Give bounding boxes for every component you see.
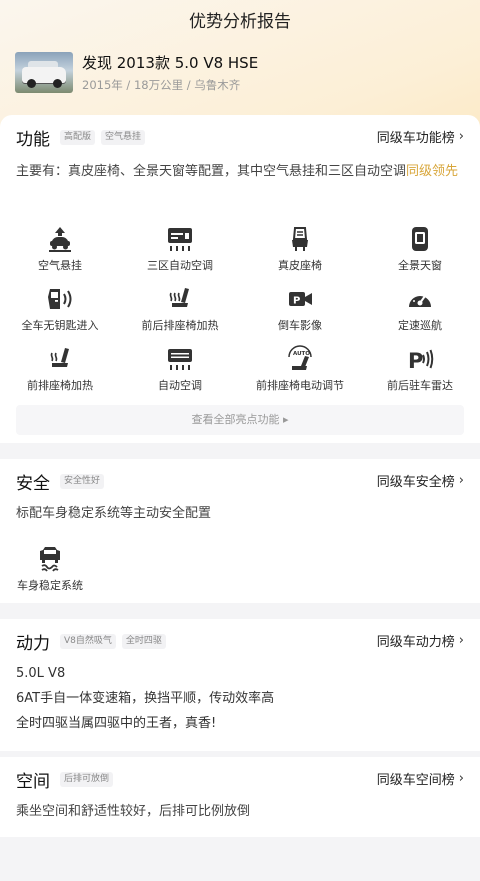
top-bar: 优势分析报告 [0, 0, 480, 44]
feature-item[interactable]: 定速巡航 [360, 283, 480, 343]
feature-label: 三区自动空调 [147, 259, 213, 272]
feature-item[interactable]: 真皮座椅 [240, 223, 360, 283]
power-line: 5.0L V8 [16, 666, 66, 681]
stability-control-icon [40, 547, 60, 572]
space-card: 空间 后排可放倒 同级车空间榜 › 乘坐空间和舒适性较好，后排可比例放倒 [0, 757, 480, 837]
safety-tag: 安全性好 [60, 473, 105, 489]
feature-item[interactable]: 前排座椅加热 [0, 343, 120, 403]
features-tag: 空气悬挂 [101, 129, 146, 145]
feature-item[interactable]: P 前后驻车雷达 [360, 343, 480, 403]
power-rank-link[interactable]: 同级车动力榜 › [377, 631, 464, 650]
parking-camera-icon: P [289, 292, 312, 307]
power-line: 全时四驱当属四驱中的王者，真香! [16, 716, 217, 731]
power-tag: 全时四驱 [121, 633, 166, 649]
space-title: 空间 [16, 771, 50, 792]
space-rank-link[interactable]: 同级车空间榜 › [377, 769, 464, 788]
parking-radar-icon: P [408, 349, 434, 373]
feature-label: 前后驻车雷达 [387, 379, 453, 392]
features-desc: 主要有：真皮座椅、全景天窗等配置，其中空气悬挂和三区自动空调同级领先 [16, 161, 464, 183]
feature-label: 前排座椅电动调节 [256, 379, 344, 392]
feature-label: 全景天窗 [398, 259, 442, 272]
feature-label: 定速巡航 [398, 319, 442, 332]
feature-label: 自动空调 [158, 379, 202, 392]
feature-item[interactable]: AUTO 前排座椅电动调节 [240, 343, 360, 403]
feature-label: 空气悬挂 [38, 259, 82, 272]
page-title: 优势分析报告 [189, 12, 291, 32]
features-rank-link[interactable]: 同级车功能榜 › [377, 127, 464, 146]
space-rank-label: 同级车空间榜 [376, 773, 455, 788]
chevron-right-icon: › [458, 129, 464, 144]
features-desc-highlight: 同级领先 [406, 164, 459, 179]
power-line: 6AT手自一体变速箱，换挡平顺，传动效率高 [16, 691, 275, 706]
view-all-features-button[interactable]: 查看全部亮点功能 ▸ [16, 405, 464, 435]
space-desc: 乘坐空间和舒适性较好，后排可比例放倒 [16, 804, 251, 819]
features-title: 功能 [16, 129, 50, 150]
feature-item[interactable]: 全景天窗 [360, 223, 480, 283]
chevron-right-icon: › [458, 473, 464, 488]
panoramic-sunroof-icon [412, 227, 428, 251]
power-card: 动力 V8自然吸气 全时四驱 同级车动力榜 › 5.0L V8 6AT手自一体变… [0, 619, 480, 751]
safety-feature-item[interactable]: 车身稳定系统 [14, 545, 86, 593]
safety-title: 安全 [16, 473, 50, 494]
safety-rank-label: 同级车安全榜 [376, 475, 455, 490]
features-tag: 高配版 [60, 129, 96, 145]
feature-label: 真皮座椅 [278, 259, 322, 272]
front-seat-heating-icon [50, 348, 69, 367]
climate-control-icon [168, 228, 192, 251]
feature-item[interactable]: 前后排座椅加热 [120, 283, 240, 343]
air-suspension-icon [49, 227, 71, 252]
feature-label: 倒车影像 [278, 319, 322, 332]
space-tag: 后排可放倒 [60, 771, 114, 787]
car-meta: 2015年 / 18万公里 / 乌鲁木齐 [82, 78, 241, 92]
safety-desc: 标配车身稳定系统等主动安全配置 [16, 506, 212, 521]
svg-text:AUTO: AUTO [293, 351, 310, 357]
power-details: 5.0L V8 6AT手自一体变速箱，换挡平顺，传动效率高 全时四驱当属四驱中的… [16, 661, 464, 736]
power-seat-icon: AUTO [288, 345, 312, 370]
car-thumbnail [15, 52, 73, 93]
features-desc-main: 主要有：真皮座椅、全景天窗等配置，其中空气悬挂和三区自动空调 [16, 164, 407, 179]
feature-item[interactable]: 全车无钥匙进入 [0, 283, 120, 343]
safety-rank-link[interactable]: 同级车安全榜 › [377, 471, 464, 490]
feature-item[interactable]: 自动空调 [120, 343, 240, 403]
feature-item[interactable]: 空气悬挂 [0, 223, 120, 283]
leather-seat-icon [292, 227, 308, 251]
feature-item[interactable]: P 倒车影像 [240, 283, 360, 343]
features-rank-label: 同级车功能榜 [376, 131, 455, 146]
power-title: 动力 [16, 633, 50, 654]
feature-label: 全车无钥匙进入 [21, 319, 99, 332]
seat-heating-icon [169, 288, 189, 307]
features-grid: 空气悬挂 三区自动空调 真皮座椅 全景天窗 全车无钥匙进入 前后排座椅加热 P … [0, 223, 480, 403]
auto-ac-icon [168, 349, 192, 370]
keyless-entry-icon [48, 289, 72, 309]
feature-item[interactable]: 三区自动空调 [120, 223, 240, 283]
svg-text:P: P [408, 349, 423, 373]
power-tag: V8自然吸气 [60, 633, 116, 649]
cruise-control-icon [409, 292, 431, 307]
feature-label: 前排座椅加热 [27, 379, 93, 392]
safety-card: 安全 安全性好 同级车安全榜 › 标配车身稳定系统等主动安全配置 车身稳定系统 [0, 459, 480, 603]
chevron-right-icon: › [458, 633, 464, 648]
chevron-right-icon: › [458, 771, 464, 786]
feature-label: 前后排座椅加热 [141, 319, 219, 332]
svg-text:P: P [293, 296, 300, 307]
car-name: 发现 2013款 5.0 V8 HSE [82, 54, 259, 72]
safety-feature-label: 车身稳定系统 [17, 579, 83, 592]
car-summary[interactable]: 发现 2013款 5.0 V8 HSE 2015年 / 18万公里 / 乌鲁木齐 [15, 52, 258, 96]
power-rank-label: 同级车动力榜 [376, 635, 455, 650]
features-card: 功能 高配版 空气悬挂 同级车功能榜 › 主要有：真皮座椅、全景天窗等配置，其中… [0, 115, 480, 443]
